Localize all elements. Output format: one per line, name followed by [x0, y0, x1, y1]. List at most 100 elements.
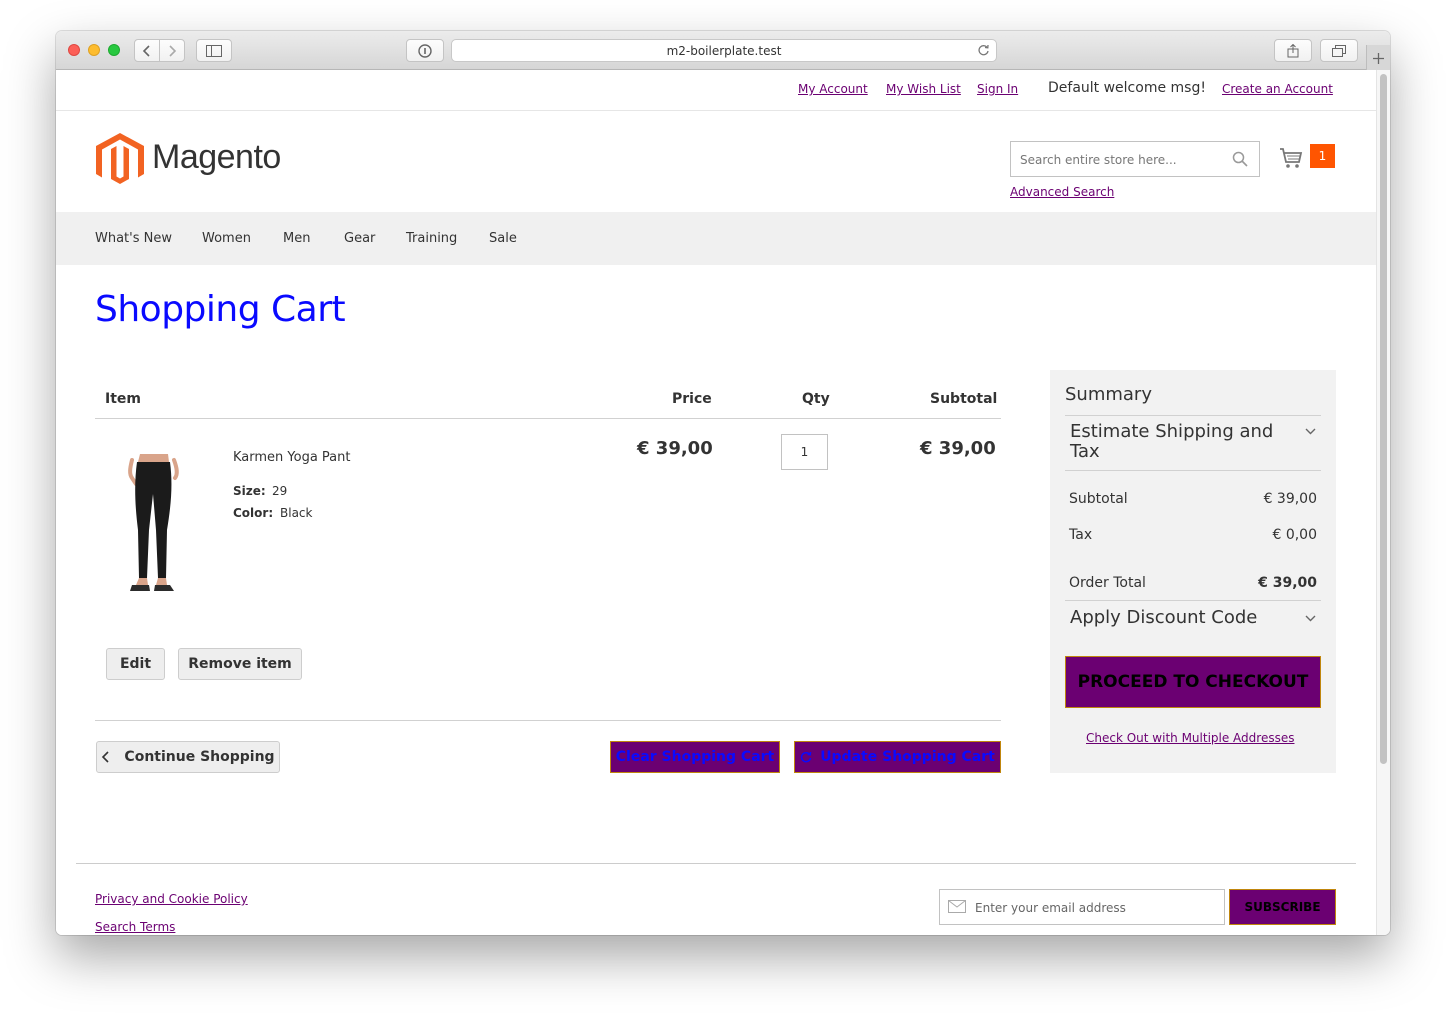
order-total-value: € 39,00 [1258, 575, 1317, 591]
reader-button[interactable] [406, 39, 444, 62]
quantity-input[interactable]: 1 [781, 434, 828, 470]
browser-titlebar: m2-boilerplate.test [56, 31, 1390, 71]
estimate-shipping-label: Estimate Shipping and Tax [1070, 421, 1274, 462]
update-cart-button[interactable]: Update Shopping Cart [794, 741, 1001, 773]
sidebar-icon [206, 44, 222, 57]
edit-button[interactable]: Edit [106, 648, 165, 680]
newsletter-email-placeholder: Enter your email address [975, 901, 1126, 915]
continue-shopping-button[interactable]: Continue Shopping [96, 741, 280, 773]
product-image[interactable] [120, 454, 186, 594]
nav-item-women[interactable]: Women [202, 231, 251, 246]
cart-icon[interactable] [1279, 147, 1303, 169]
advanced-search-link[interactable]: Advanced Search [1010, 185, 1114, 199]
tax-value: € 0,00 [1272, 527, 1317, 543]
search-terms-link[interactable]: Search Terms [95, 920, 175, 934]
summary-tax-row: Tax € 0,00 [1069, 527, 1317, 543]
share-icon [1287, 43, 1299, 57]
info-icon [418, 43, 432, 58]
scrollbar-thumb[interactable] [1380, 74, 1387, 764]
chevron-right-icon [169, 44, 177, 57]
chevron-left-icon [102, 751, 109, 763]
subscribe-button[interactable]: SUBSCRIBE [1229, 889, 1336, 925]
subtotal-value: € 39,00 [1263, 491, 1317, 507]
newsletter-email-input[interactable]: Enter your email address [939, 889, 1225, 925]
zoom-window-button[interactable] [108, 44, 120, 56]
back-button[interactable] [134, 39, 160, 62]
refresh-icon [801, 751, 812, 763]
quantity-value: 1 [800, 445, 809, 459]
apply-discount-toggle[interactable]: Apply Discount Code [1065, 601, 1321, 633]
page-scrollbar[interactable] [1376, 70, 1390, 935]
forward-button[interactable] [159, 39, 185, 62]
browser-window: m2-boilerplate.test My Account My Wish L… [56, 31, 1390, 935]
search-input[interactable]: Search entire store here... [1010, 141, 1260, 177]
minimize-window-button[interactable] [88, 44, 100, 56]
remove-item-button[interactable]: Remove item [178, 648, 302, 680]
subscribe-label: SUBSCRIBE [1244, 900, 1321, 914]
my-wish-list-link[interactable]: My Wish List [886, 82, 961, 96]
nav-item-sale[interactable]: Sale [489, 231, 517, 246]
store-logo[interactable]: Magento [95, 132, 295, 190]
tabs-icon [1332, 44, 1346, 57]
plus-icon [1373, 52, 1384, 64]
share-button[interactable] [1274, 39, 1312, 62]
product-color-label: Color: [233, 506, 274, 520]
proceed-to-checkout-button[interactable]: PROCEED TO CHECKOUT [1065, 656, 1321, 708]
search-icon[interactable] [1232, 151, 1248, 167]
privacy-policy-link[interactable]: Privacy and Cookie Policy [95, 892, 248, 906]
sign-in-link[interactable]: Sign In [977, 82, 1018, 96]
remove-item-label: Remove item [188, 656, 292, 672]
tabs-overview-button[interactable] [1320, 39, 1358, 62]
order-total-label: Order Total [1069, 575, 1146, 591]
product-size-label: Size: [233, 484, 266, 498]
edit-button-label: Edit [119, 656, 152, 672]
product-name-link[interactable]: Karmen Yoga Pant [233, 450, 351, 465]
close-window-button[interactable] [68, 44, 80, 56]
apply-discount-label: Apply Discount Code [1070, 607, 1258, 628]
estimate-shipping-toggle[interactable]: Estimate Shipping and Tax [1065, 416, 1321, 471]
multiple-addresses-link[interactable]: Check Out with Multiple Addresses [1086, 731, 1294, 745]
nav-item-men[interactable]: Men [283, 231, 310, 246]
magento-logo-icon [96, 133, 144, 184]
sidebar-toggle-button[interactable] [196, 39, 232, 62]
proceed-to-checkout-label: PROCEED TO CHECKOUT [1077, 672, 1309, 692]
search-placeholder: Search entire store here... [1020, 153, 1177, 167]
chevron-down-icon [1305, 615, 1316, 622]
page-viewport: My Account My Wish List Sign In Default … [56, 70, 1376, 935]
product-price: € 39,00 [637, 438, 713, 459]
summary-title: Summary [1065, 384, 1152, 405]
product-subtotal: € 39,00 [920, 438, 996, 459]
update-cart-label: Update Shopping Cart [820, 749, 995, 765]
product-color-value: Black [280, 506, 313, 520]
create-account-link[interactable]: Create an Account [1222, 82, 1333, 96]
cart-count-badge[interactable]: 1 [1310, 144, 1335, 168]
column-header-subtotal: Subtotal [930, 391, 998, 407]
page-title: Shopping Cart [95, 289, 346, 330]
new-tab-button[interactable] [1366, 45, 1390, 71]
cart-summary: Summary Estimate Shipping and Tax Subtot… [1050, 370, 1336, 773]
subtotal-label: Subtotal [1069, 491, 1128, 507]
reload-icon[interactable] [977, 44, 990, 57]
footer-divider [76, 863, 1356, 864]
column-header-item: Item [105, 391, 141, 407]
summary-subtotal-row: Subtotal € 39,00 [1069, 491, 1317, 507]
nav-item-training[interactable]: Training [406, 231, 457, 246]
clear-cart-label: Clear Shopping Cart [615, 749, 775, 765]
chevron-left-icon [142, 44, 150, 57]
column-header-price: Price [672, 391, 712, 407]
summary-order-total-row: Order Total € 39,00 [1069, 575, 1317, 591]
tax-label: Tax [1069, 527, 1093, 543]
logo-text: Magento [152, 138, 281, 176]
product-size-value: 29 [272, 484, 288, 498]
column-header-qty: Qty [802, 391, 830, 407]
address-bar[interactable]: m2-boilerplate.test [451, 39, 997, 62]
url-text: m2-boilerplate.test [666, 43, 782, 58]
my-account-link[interactable]: My Account [798, 82, 868, 96]
continue-shopping-label: Continue Shopping [124, 749, 275, 765]
chevron-down-icon [1305, 428, 1316, 435]
summary-divider [1065, 470, 1321, 471]
nav-item-gear[interactable]: Gear [344, 231, 375, 246]
nav-item-whats-new[interactable]: What's New [95, 231, 172, 246]
clear-cart-button[interactable]: Clear Shopping Cart [610, 741, 780, 773]
envelope-icon [948, 900, 966, 913]
